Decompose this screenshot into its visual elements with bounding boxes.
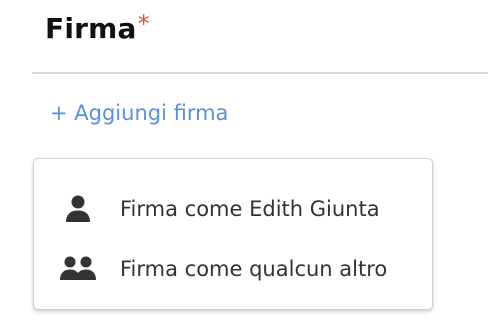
menu-item-sign-as-self[interactable]: Firma come Edith Giunta bbox=[34, 183, 432, 235]
divider bbox=[32, 72, 488, 74]
add-signature-link[interactable]: + Aggiungi firma bbox=[50, 101, 228, 125]
section-title: Firma* bbox=[45, 10, 150, 45]
required-marker: * bbox=[137, 10, 150, 38]
user-icon bbox=[58, 193, 98, 225]
signature-options-dropdown: Firma come Edith Giunta Firma come qualc… bbox=[33, 158, 433, 310]
menu-item-label: Firma come qualcun altro bbox=[120, 257, 388, 281]
menu-item-label: Firma come Edith Giunta bbox=[120, 197, 380, 221]
page: Firma* + Aggiungi firma Firma come Edith… bbox=[0, 0, 488, 330]
menu-item-sign-as-other[interactable]: Firma come qualcun altro bbox=[34, 243, 432, 295]
users-icon bbox=[58, 253, 98, 285]
section-title-text: Firma bbox=[45, 12, 137, 45]
